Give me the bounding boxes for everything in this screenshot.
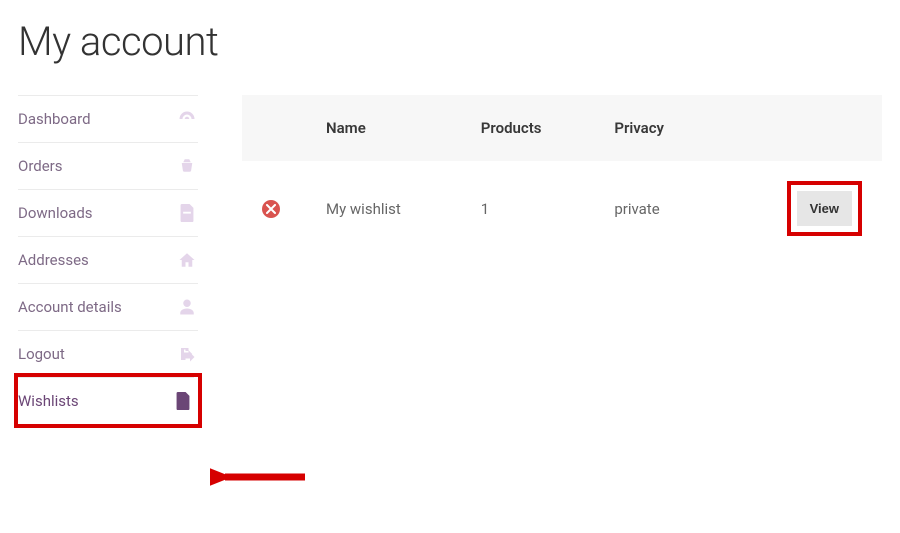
- file-icon: [178, 204, 196, 222]
- sidebar-item-downloads[interactable]: Downloads: [18, 189, 198, 236]
- layout: Dashboard Orders Downloads Addresses Acc: [18, 95, 882, 424]
- sidebar-item-label: Wishlists: [18, 392, 79, 410]
- sidebar-item-logout[interactable]: Logout: [18, 330, 198, 377]
- highlight-box-wishlists: Wishlists: [14, 373, 202, 428]
- dashboard-icon: [178, 110, 196, 128]
- delete-wishlist-button[interactable]: [262, 200, 280, 218]
- table-header-privacy: Privacy: [600, 95, 717, 161]
- highlight-box-view: View: [787, 181, 862, 236]
- cell-name: My wishlist: [312, 161, 467, 256]
- wishlist-table: Name Products Privacy My wishlist 1 priv…: [242, 95, 882, 256]
- view-wishlist-button[interactable]: View: [797, 191, 852, 226]
- table-header-action: [717, 95, 882, 161]
- home-icon: [178, 251, 196, 269]
- basket-icon: [178, 157, 196, 175]
- sidebar-item-orders[interactable]: Orders: [18, 142, 198, 189]
- table-header-products: Products: [467, 95, 601, 161]
- sidebar-item-label: Logout: [18, 345, 65, 363]
- sidebar-item-label: Account details: [18, 298, 122, 316]
- sidebar-item-account-details[interactable]: Account details: [18, 283, 198, 330]
- sidebar-item-addresses[interactable]: Addresses: [18, 236, 198, 283]
- sidebar-item-wishlists[interactable]: Wishlists: [18, 377, 194, 424]
- page-title: My account: [18, 18, 882, 65]
- user-icon: [178, 298, 196, 316]
- table-header-name: Name: [312, 95, 467, 161]
- table-header-row: Name Products Privacy: [242, 95, 882, 161]
- sidebar-item-dashboard[interactable]: Dashboard: [18, 95, 198, 142]
- table-header-empty: [242, 95, 312, 161]
- sidebar-item-label: Dashboard: [18, 110, 91, 128]
- sidebar-item-label: Addresses: [18, 251, 89, 269]
- sidebar-item-label: Downloads: [18, 204, 93, 222]
- content-area: Name Products Privacy My wishlist 1 priv…: [242, 95, 882, 424]
- cell-products: 1: [467, 161, 601, 256]
- table-row: My wishlist 1 private View: [242, 161, 882, 256]
- cell-privacy: private: [600, 161, 717, 256]
- annotation-arrow: [210, 462, 310, 492]
- sidebar-nav: Dashboard Orders Downloads Addresses Acc: [18, 95, 198, 424]
- document-icon: [174, 392, 192, 410]
- sidebar-item-label: Orders: [18, 157, 63, 175]
- logout-icon: [178, 345, 196, 363]
